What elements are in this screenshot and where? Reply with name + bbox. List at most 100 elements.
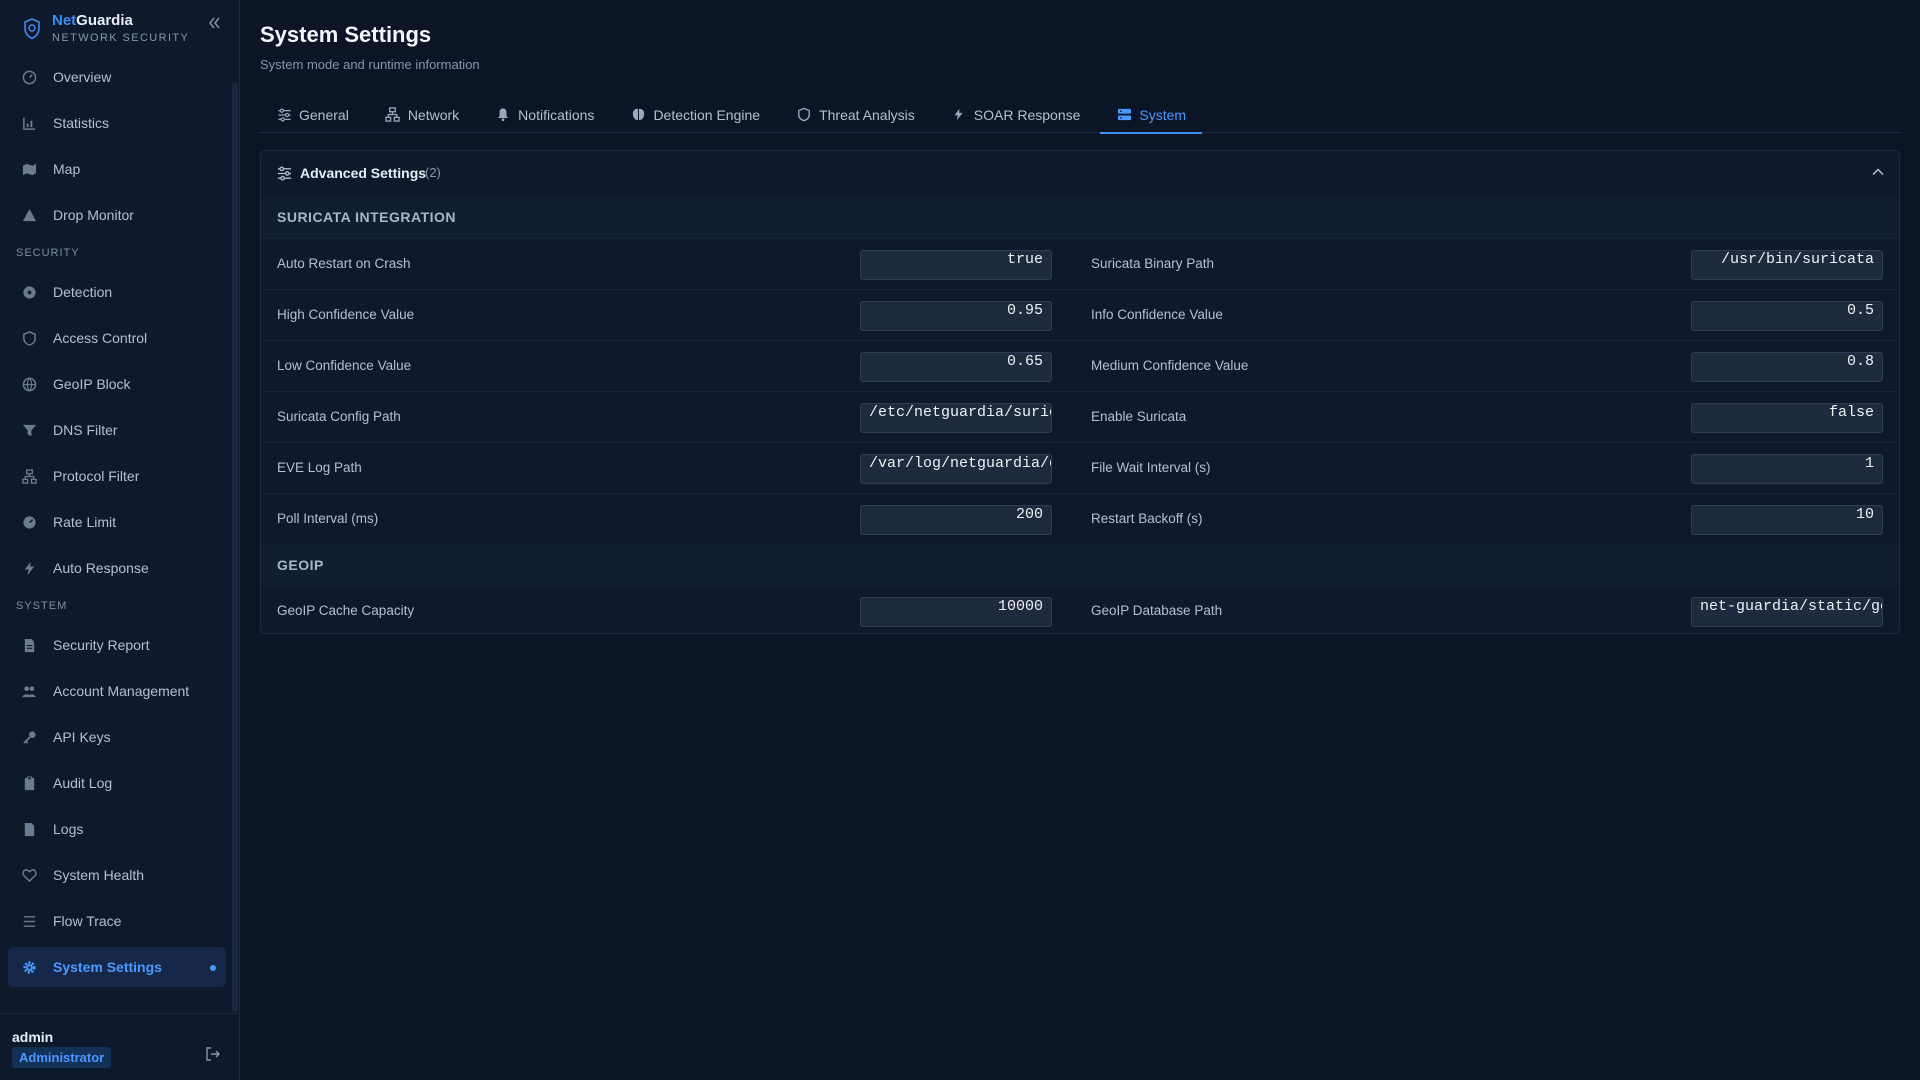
setting-suricata-config-path: Suricata Config Path /etc/netguardia/sur… [261, 392, 1081, 442]
bar-chart-icon [21, 115, 37, 131]
tab-label: Threat Analysis [819, 106, 915, 123]
settings-row: Suricata Config Path /etc/netguardia/sur… [261, 391, 1899, 442]
heart-pulse-icon [21, 867, 37, 883]
setting-value-field[interactable]: 0.5 [1691, 301, 1883, 331]
setting-value-field[interactable]: /var/log/netguardia/eve.json [860, 454, 1052, 484]
settings-row: Low Confidence Value 0.65 Medium Confide… [261, 340, 1899, 391]
sidebar-item-label: Map [53, 161, 81, 177]
sidebar-item-api-keys[interactable]: API Keys [8, 717, 226, 757]
sidebar-item-system-health[interactable]: System Health [8, 855, 226, 895]
sidebar-item-statistics[interactable]: Statistics [8, 103, 226, 143]
tab-label: Network [407, 106, 460, 123]
panel-title: Advanced Settings [300, 165, 427, 181]
sidebar-item-overview[interactable]: Overview [8, 57, 226, 97]
setting-geoip-database-path: GeoIP Database Path net-guardia/static/g… [1091, 586, 1911, 636]
setting-label: Restart Backoff (s) [1091, 511, 1203, 526]
tab-network[interactable]: Network [369, 96, 475, 133]
section-title: SURICATA INTEGRATION [277, 209, 457, 225]
setting-value-field[interactable]: true [860, 250, 1052, 280]
setting-label: Enable Suricata [1091, 409, 1187, 424]
logout-icon [206, 1047, 220, 1061]
sidebar: NetGuardia NETWORK SECURITY Overview Sta… [0, 0, 240, 1080]
clipboard-icon [21, 775, 37, 791]
sidebar-item-logs[interactable]: Logs [8, 809, 226, 849]
sidebar-item-account-management[interactable]: Account Management [8, 671, 226, 711]
setting-auto-restart-on-crash: Auto Restart on Crash true [261, 239, 1081, 289]
sidebar-item-auto-response[interactable]: Auto Response [8, 548, 226, 588]
bell-icon [495, 107, 511, 123]
setting-value-field[interactable]: 1 [1691, 454, 1883, 484]
setting-label: Poll Interval (ms) [277, 511, 379, 526]
section-header-geoip: GEOIP [261, 544, 1899, 586]
sidebar-item-audit-log[interactable]: Audit Log [8, 763, 226, 803]
page-subtitle: System mode and runtime information [260, 57, 480, 72]
settings-row: Poll Interval (ms) 200 Restart Backoff (… [261, 493, 1899, 544]
setting-value-field[interactable]: /etc/netguardia/suricata.yaml [860, 403, 1052, 433]
network-icon [21, 468, 37, 484]
collapse-sidebar-button[interactable] [204, 16, 224, 36]
page-title: System Settings [260, 22, 432, 47]
setting-value-field[interactable]: 0.95 [860, 301, 1052, 331]
setting-value-field[interactable]: 0.65 [860, 352, 1052, 382]
key-icon [21, 729, 37, 745]
shield-logo-icon [24, 18, 40, 40]
active-indicator-dot [210, 965, 216, 971]
setting-value-field[interactable]: 0.8 [1691, 352, 1883, 382]
sidebar-item-access-control[interactable]: Access Control [8, 318, 226, 358]
settings-row: GeoIP Cache Capacity 10000 GeoIP Databas… [261, 586, 1899, 637]
setting-label: EVE Log Path [277, 460, 362, 475]
sidebar-item-label: Statistics [53, 115, 110, 131]
gear-icon [21, 959, 37, 975]
sidebar-item-map[interactable]: Map [8, 149, 226, 189]
advanced-settings-panel: Advanced Settings (2) SURICATA INTEGRATI… [260, 150, 1900, 634]
setting-label: High Confidence Value [277, 307, 415, 322]
setting-label: Medium Confidence Value [1091, 358, 1249, 373]
tab-notifications[interactable]: Notifications [479, 96, 610, 133]
setting-value-field[interactable]: net-guardia/static/ge [1691, 597, 1883, 627]
user-panel: admin Administrator [0, 1013, 240, 1080]
setting-value-field[interactable]: 10 [1691, 505, 1883, 535]
tab-soar-response[interactable]: SOAR Response [935, 96, 1097, 133]
settings-row: Auto Restart on Crash true Suricata Bina… [261, 238, 1899, 289]
sidebar-item-flow-trace[interactable]: Flow Trace [8, 901, 226, 941]
sidebar-nav: Overview Statistics Map Drop Monitor SEC… [8, 57, 226, 993]
sidebar-item-label: Logs [53, 821, 84, 837]
sidebar-item-rate-limit[interactable]: Rate Limit [8, 502, 226, 542]
setting-info-confidence-value: Info Confidence Value 0.5 [1091, 290, 1911, 340]
sidebar-item-label: System Health [53, 867, 145, 883]
tab-threat-analysis[interactable]: Threat Analysis [780, 96, 931, 133]
sidebar-item-system-settings[interactable]: System Settings [8, 947, 226, 987]
chevrons-left-icon [209, 17, 220, 29]
sidebar-item-protocol-filter[interactable]: Protocol Filter [8, 456, 226, 496]
sidebar-item-detection[interactable]: Detection [8, 272, 226, 312]
sidebar-item-label: Detection [53, 284, 113, 300]
gauge-icon [21, 69, 37, 85]
tab-label: System [1139, 106, 1187, 123]
tab-system[interactable]: System [1100, 96, 1202, 134]
report-icon [21, 637, 37, 653]
setting-value-field[interactable]: 200 [860, 505, 1052, 535]
lightning-icon [951, 107, 967, 123]
sidebar-item-drop-monitor[interactable]: Drop Monitor [8, 195, 226, 235]
advanced-settings-header[interactable]: Advanced Settings (2) [261, 151, 1899, 196]
brain-icon [630, 107, 646, 123]
sidebar-item-geoip-block[interactable]: GeoIP Block [8, 364, 226, 404]
sidebar-item-security-report[interactable]: Security Report [8, 625, 226, 665]
sidebar-item-label: Rate Limit [53, 514, 117, 530]
setting-value-field[interactable]: 10000 [860, 597, 1052, 627]
logout-button[interactable] [205, 1046, 223, 1064]
setting-value-field[interactable]: false [1691, 403, 1883, 433]
setting-label: File Wait Interval (s) [1091, 460, 1211, 475]
sidebar-item-dns-filter[interactable]: DNS Filter [8, 410, 226, 450]
tab-general[interactable]: General [260, 96, 365, 133]
setting-value-field[interactable]: /usr/bin/suricata [1691, 250, 1883, 280]
tab-label: Detection Engine [653, 106, 761, 123]
sidebar-item-label: Audit Log [53, 775, 113, 791]
setting-restart-backoff: Restart Backoff (s) 10 [1091, 494, 1911, 544]
sidebar-item-label: DNS Filter [53, 422, 118, 438]
users-icon [21, 683, 37, 699]
sidebar-scrollbar[interactable] [232, 82, 238, 1012]
tab-detection-engine[interactable]: Detection Engine [614, 96, 776, 133]
setting-label: Auto Restart on Crash [277, 256, 411, 271]
settings-row: High Confidence Value 0.95 Info Confiden… [261, 289, 1899, 340]
